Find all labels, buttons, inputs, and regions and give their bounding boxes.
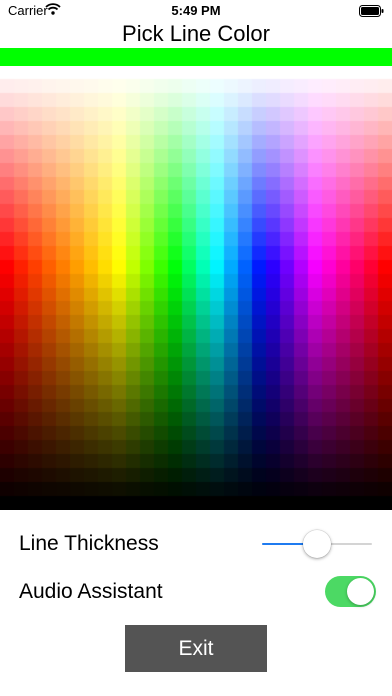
- page-title: Pick Line Color: [122, 21, 270, 46]
- selected-color-swatch: [0, 48, 392, 66]
- battery-icon: [359, 5, 384, 20]
- line-thickness-label: Line Thickness: [19, 532, 159, 555]
- status-bar: Carrier 5:49 PM: [0, 0, 392, 20]
- line-thickness-slider[interactable]: [262, 528, 372, 560]
- slider-thumb[interactable]: [303, 530, 331, 558]
- toggle-knob[interactable]: [347, 578, 374, 605]
- audio-assistant-toggle[interactable]: [325, 576, 376, 607]
- audio-assistant-label: Audio Assistant: [19, 580, 163, 603]
- clock: 5:49 PM: [171, 3, 221, 18]
- color-palette-grid[interactable]: [0, 66, 392, 510]
- color-palette[interactable]: [0, 66, 392, 510]
- exit-button[interactable]: Exit: [125, 625, 267, 672]
